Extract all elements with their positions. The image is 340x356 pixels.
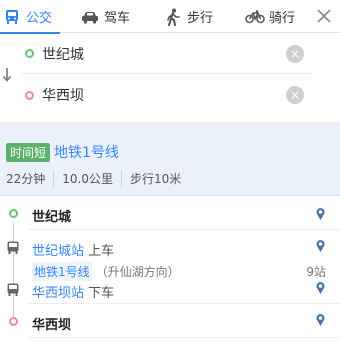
route-meta: 22分钟 10.0公里 步行10米 [6,170,197,187]
alight-station-link[interactable]: 华西坝站 [32,286,84,301]
clear-end-icon[interactable]: × [286,86,304,104]
map-pin-icon[interactable] [315,281,326,295]
subway-icon [7,283,19,297]
end-input[interactable]: 华西坝 [42,85,286,105]
tab-label-bus: 公交 [26,11,53,26]
transport-mode-tabs: 公交 驾车 步行 骑行 [0,0,340,34]
step-start-name: 世纪城 [32,210,72,225]
tab-label-walk: 步行 [187,11,214,26]
line-tag[interactable]: 地铁1号线 [32,262,92,281]
tab-car[interactable]: 驾车 [80,0,142,33]
route-line-name: 地铁1号线 [54,145,119,161]
swap-arrow-icon[interactable] [0,66,14,84]
stop-count: 9站 [306,265,326,279]
bus-icon [2,7,22,27]
route-summary-card[interactable]: 时间短 地铁1号线 22分钟 10.0公里 步行10米 [0,126,340,196]
start-point-icon [9,209,18,218]
route-title: 时间短 地铁1号线 [6,142,119,162]
route-duration: 22分钟 [6,170,55,187]
alight-action: 下车 [88,286,115,301]
step-divider [28,303,340,304]
alight-step: 华西坝站 下车 [32,282,114,301]
step-divider [28,229,340,230]
line-info: 地铁1号线 （升仙湖方向） [32,262,180,281]
bike-icon [245,7,265,27]
map-pin-icon[interactable] [315,313,326,327]
tab-label-bike: 骑行 [269,11,296,26]
fastest-badge: 时间短 [6,142,51,162]
route-timeline [13,223,14,319]
route-steps: 世纪城 世纪城站 上车 地铁1号线 （升仙湖方向） 9站 华西坝站 下车 华西坝 [0,196,340,356]
close-icon[interactable] [314,6,334,26]
car-icon [80,7,100,27]
end-field[interactable]: 华西坝 × [22,75,312,115]
tab-label-car: 驾车 [104,11,131,26]
end-dot-icon [25,90,34,100]
board-action: 上车 [88,244,115,259]
board-station-link[interactable]: 世纪城站 [32,244,84,259]
map-pin-icon[interactable] [315,239,326,253]
subway-icon [7,241,19,255]
route-distance: 10.0公里 [62,170,123,187]
route-search-panel: 世纪城 × 华西坝 × [0,34,312,118]
line-direction: （升仙湖方向） [95,265,180,279]
start-field[interactable]: 世纪城 × [22,34,312,74]
start-input[interactable]: 世纪城 [42,44,286,64]
map-pin-icon[interactable] [315,207,326,221]
walk-icon [163,7,183,27]
clear-start-icon[interactable]: × [286,44,304,63]
end-point-icon [9,317,18,326]
start-dot-icon [25,49,34,58]
route-walk: 步行10米 [130,172,182,186]
step-divider [28,337,340,338]
tab-bus[interactable]: 公交 [0,0,60,34]
step-end-name: 华西坝 [32,318,72,333]
tab-walk[interactable]: 步行 [163,0,225,33]
tab-bike[interactable]: 骑行 [245,0,307,33]
board-step: 世纪城站 上车 [32,240,114,259]
